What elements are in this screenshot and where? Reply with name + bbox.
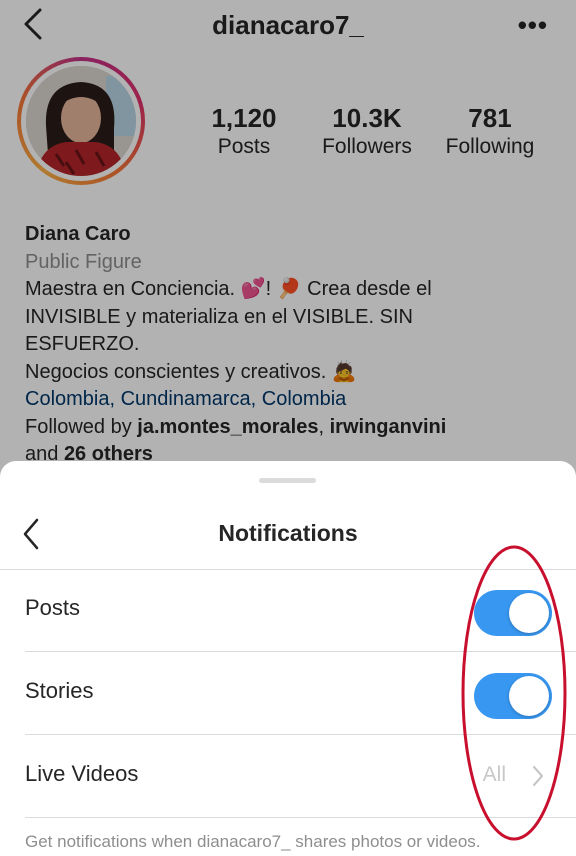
stories-toggle[interactable]: [474, 673, 552, 719]
chevron-right-icon: [532, 765, 544, 787]
row-stories-label: Stories: [25, 678, 94, 703]
row-posts-label: Posts: [25, 595, 81, 620]
posts-toggle[interactable]: [474, 590, 552, 636]
sheet-header: Notifications: [0, 503, 576, 569]
row-live-videos-label: Live Videos: [25, 761, 139, 786]
drag-handle[interactable]: [259, 478, 316, 483]
notifications-sheet: Notifications Posts Stories Live Videos …: [0, 461, 576, 856]
row-posts: Posts: [0, 569, 576, 651]
footer-note: Get notifications when dianacaro7_ share…: [25, 832, 481, 851]
toggle-knob: [509, 593, 549, 633]
toggle-knob: [509, 676, 549, 716]
sheet-title: Notifications: [218, 520, 358, 546]
row-stories: Stories: [0, 652, 576, 734]
live-videos-value: All: [482, 763, 506, 786]
divider: [25, 817, 576, 818]
row-live-videos[interactable]: Live Videos All: [0, 735, 576, 817]
